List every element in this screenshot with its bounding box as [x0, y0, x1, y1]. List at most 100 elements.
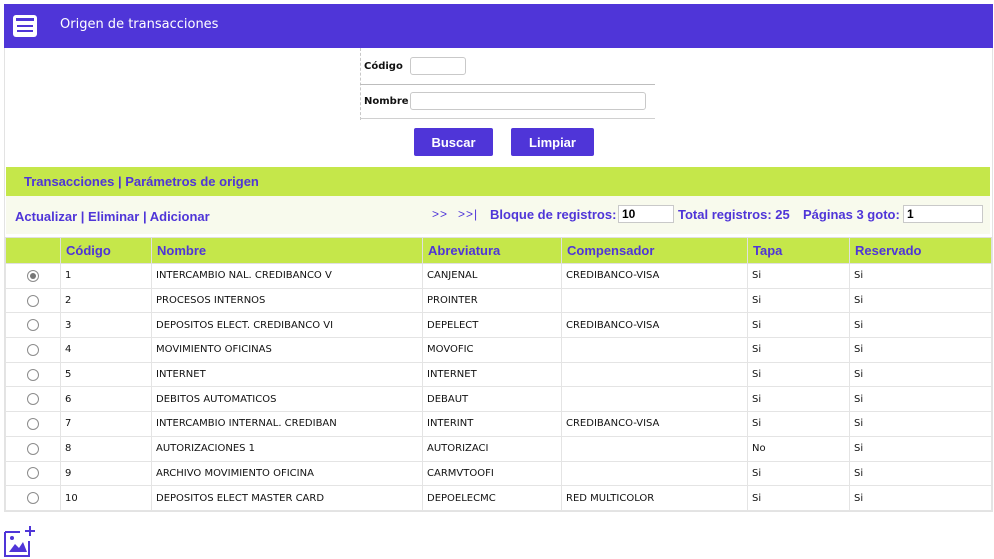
- eliminar-link[interactable]: Eliminar: [88, 209, 139, 224]
- row-select-radio[interactable]: [27, 269, 39, 282]
- column-header-nombre[interactable]: Nombre: [151, 237, 423, 264]
- total-registros-label: Total registros: 25: [678, 207, 790, 222]
- table-row[interactable]: 7 INTERCAMBIO INTERNAL. CREDIBAN INTERINT C…: [5, 411, 992, 437]
- codigo-input[interactable]: [410, 57, 466, 75]
- cell-tapa: Si: [747, 263, 850, 289]
- cell-reservado: Si: [849, 287, 992, 314]
- cell-codigo: 7: [60, 411, 152, 437]
- section-tabs-bar: Transacciones | Parámetros de origen: [6, 167, 990, 196]
- form-divider: [360, 84, 655, 85]
- last-page-button[interactable]: >>|: [458, 207, 478, 221]
- table-row[interactable]: 9 ARCHIVO MOVIMIENTO OFICINA CARMVTOOFI Si S…: [5, 460, 992, 487]
- table-row[interactable]: 5 INTERNET INTERNET Si Si: [5, 361, 992, 388]
- row-select-radio[interactable]: [27, 442, 39, 455]
- add-image-icon[interactable]: [3, 524, 37, 558]
- cell-abreviatura: DEPOELECMC: [422, 485, 562, 511]
- table-row[interactable]: 4 MOVIMIENTO OFICINAS MOVOFIC Si Si: [5, 337, 992, 363]
- cell-codigo: 1: [60, 263, 152, 289]
- row-select-radio[interactable]: [27, 319, 39, 332]
- form-divider: [360, 118, 655, 119]
- table-row[interactable]: 1 INTERCAMBIO NAL. CREDIBANCO V CANJENAL CR…: [5, 263, 992, 289]
- cell-tapa: Si: [747, 287, 850, 314]
- table-header-row: Código Nombre Abreviatura Compensador Ta…: [5, 237, 992, 264]
- cell-abreviatura: MOVOFIC: [422, 337, 562, 363]
- cell-tapa: Si: [747, 411, 850, 437]
- table-row[interactable]: 8 AUTORIZACIONES 1 AUTORIZACI No Si: [5, 435, 992, 462]
- cell-compensador: [561, 435, 748, 462]
- cell-codigo: 4: [60, 337, 152, 363]
- cell-compensador: CREDIBANCO-VISA: [561, 263, 748, 289]
- next-page-button[interactable]: >>: [432, 207, 448, 221]
- cell-nombre: AUTORIZACIONES 1: [151, 435, 423, 462]
- limpiar-button[interactable]: Limpiar: [511, 128, 594, 156]
- cell-reservado: Si: [849, 361, 992, 388]
- cell-nombre: DEPOSITOS ELECT MASTER CARD: [151, 485, 423, 511]
- actualizar-link[interactable]: Actualizar: [15, 209, 77, 224]
- cell-compensador: [561, 460, 748, 487]
- row-select-cell: [5, 411, 61, 437]
- cell-compensador: [561, 287, 748, 314]
- cell-compensador: RED MULTICOLOR: [561, 485, 748, 511]
- table-row[interactable]: 10 DEPOSITOS ELECT MASTER CARD DEPOELECMC R…: [5, 485, 992, 511]
- cell-nombre: INTERCAMBIO NAL. CREDIBANCO V: [151, 263, 423, 289]
- cell-tapa: Si: [747, 485, 850, 511]
- cell-tapa: Si: [747, 337, 850, 363]
- row-select-radio[interactable]: [27, 393, 39, 406]
- row-select-radio[interactable]: [27, 294, 39, 307]
- table-row[interactable]: 6 DEBITOS AUTOMATICOS DEBAUT Si Si: [5, 386, 992, 413]
- column-header-tapa[interactable]: Tapa: [747, 237, 850, 264]
- cell-abreviatura: CANJENAL: [422, 263, 562, 289]
- codigo-label: Código: [364, 61, 403, 72]
- action-separator: |: [142, 209, 147, 224]
- row-select-cell: [5, 485, 61, 511]
- goto-page-input[interactable]: [903, 205, 983, 223]
- cell-tapa: Si: [747, 460, 850, 487]
- cell-nombre: ARCHIVO MOVIMIENTO OFICINA: [151, 460, 423, 487]
- cell-reservado: Si: [849, 411, 992, 437]
- cell-compensador: [561, 386, 748, 413]
- cell-compensador: CREDIBANCO-VISA: [561, 312, 748, 339]
- list-window-icon: [13, 15, 37, 37]
- row-select-cell: [5, 312, 61, 339]
- cell-codigo: 10: [60, 485, 152, 511]
- cell-reservado: Si: [849, 435, 992, 462]
- link-separator: |: [117, 174, 122, 189]
- table-row[interactable]: 3 DEPOSITOS ELECT. CREDIBANCO VI DEPELECT C…: [5, 312, 992, 339]
- cell-nombre: INTERNET: [151, 361, 423, 388]
- row-select-radio[interactable]: [27, 417, 39, 430]
- row-select-cell: [5, 361, 61, 388]
- row-select-radio[interactable]: [27, 492, 39, 505]
- transacciones-link[interactable]: Transacciones: [24, 174, 114, 189]
- cell-nombre: MOVIMIENTO OFICINAS: [151, 337, 423, 363]
- cell-reservado: Si: [849, 312, 992, 339]
- cell-reservado: Si: [849, 263, 992, 289]
- cell-compensador: CREDIBANCO-VISA: [561, 411, 748, 437]
- paginas-goto-label: Páginas 3 goto:: [803, 207, 900, 222]
- row-select-cell: [5, 263, 61, 289]
- cell-nombre: INTERCAMBIO INTERNAL. CREDIBAN: [151, 411, 423, 437]
- bloque-registros-input[interactable]: [618, 205, 674, 223]
- table-row[interactable]: 2 PROCESOS INTERNOS PROINTER Si Si: [5, 287, 992, 314]
- cell-codigo: 5: [60, 361, 152, 388]
- buscar-button[interactable]: Buscar: [414, 128, 493, 156]
- row-select-radio[interactable]: [27, 368, 39, 381]
- column-header-codigo[interactable]: Código: [60, 237, 152, 264]
- cell-codigo: 3: [60, 312, 152, 339]
- column-header-abreviatura[interactable]: Abreviatura: [422, 237, 562, 264]
- action-separator: |: [80, 209, 85, 224]
- cell-codigo: 6: [60, 386, 152, 413]
- parametros-origen-link[interactable]: Parámetros de origen: [125, 174, 259, 189]
- nombre-input[interactable]: [410, 92, 646, 110]
- cell-abreviatura: AUTORIZACI: [422, 435, 562, 462]
- cell-abreviatura: CARMVTOOFI: [422, 460, 562, 487]
- column-header-compensador[interactable]: Compensador: [561, 237, 748, 264]
- row-select-cell: [5, 460, 61, 487]
- adicionar-link[interactable]: Adicionar: [150, 209, 210, 224]
- row-select-radio[interactable]: [27, 343, 39, 356]
- bloque-registros-label: Bloque de registros:: [490, 207, 617, 222]
- row-select-radio[interactable]: [27, 467, 39, 480]
- column-header-reservado[interactable]: Reservado: [849, 237, 992, 264]
- cell-tapa: No: [747, 435, 850, 462]
- table-toolbar: Actualizar | Eliminar | Adicionar >> >>|…: [6, 196, 990, 234]
- cell-abreviatura: DEBAUT: [422, 386, 562, 413]
